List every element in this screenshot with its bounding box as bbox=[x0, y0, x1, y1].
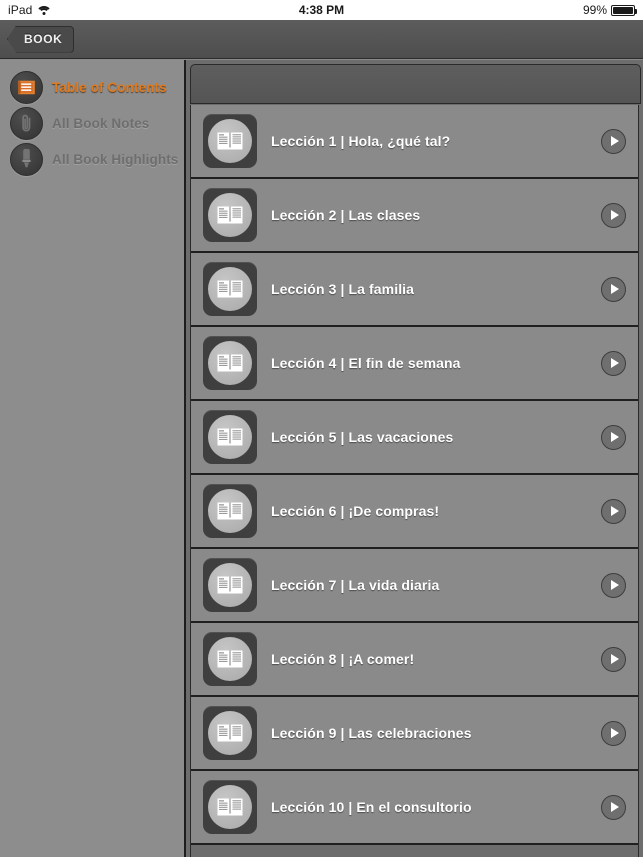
open-book-icon bbox=[203, 706, 257, 760]
lesson-title: Lección 5 | Las vacaciones bbox=[271, 429, 454, 445]
play-icon[interactable] bbox=[601, 572, 626, 598]
table-row[interactable]: Lección 6 | ¡De compras! bbox=[191, 475, 638, 549]
table-row[interactable]: Lección 4 | El fin de semana bbox=[191, 327, 638, 401]
lesson-title: Lección 7 | La vida diaria bbox=[271, 577, 440, 593]
lesson-title: Lección 10 | En el consultorio bbox=[271, 799, 472, 815]
lesson-title: Lección 8 | ¡A comer! bbox=[271, 651, 415, 667]
lesson-title: Lección 1 | Hola, ¿qué tal? bbox=[271, 133, 451, 149]
lesson-title: Lección 2 | Las clases bbox=[271, 207, 421, 223]
play-icon[interactable] bbox=[601, 424, 626, 450]
table-row[interactable]: Lección 1 | Hola, ¿qué tal? bbox=[191, 105, 638, 179]
status-bar-right: 99% bbox=[582, 3, 637, 17]
sidebar-item-label: Table of Contents bbox=[52, 79, 167, 95]
open-book-icon bbox=[203, 780, 257, 834]
open-book-icon bbox=[203, 336, 257, 390]
lesson-title: Lección 4 | El fin de semana bbox=[271, 355, 461, 371]
table-of-contents-list[interactable]: Lección 1 | Hola, ¿qué tal? Lección 2 | … bbox=[190, 105, 639, 857]
table-row[interactable]: Lección 9 | Las celebraciones bbox=[191, 697, 638, 771]
open-book-icon bbox=[203, 558, 257, 612]
back-button-label: BOOK bbox=[24, 32, 63, 46]
table-row[interactable]: Lección 3 | La familia bbox=[191, 253, 638, 327]
lesson-title: Lección 6 | ¡De compras! bbox=[271, 503, 440, 519]
lesson-title: Lección 9 | Las celebraciones bbox=[271, 725, 472, 741]
book-icon bbox=[10, 70, 43, 104]
highlighter-icon bbox=[10, 142, 43, 176]
ipad-screen: iPad 4:38 PM 99% BOOK Table of Contents … bbox=[0, 0, 643, 857]
battery-icon bbox=[611, 4, 637, 16]
table-row[interactable]: Lección 5 | Las vacaciones bbox=[191, 401, 638, 475]
content-panel: Lección 1 | Hola, ¿qué tal? Lección 2 | … bbox=[186, 60, 643, 857]
status-bar-clock: 4:38 PM bbox=[298, 3, 345, 17]
play-icon[interactable] bbox=[601, 128, 626, 154]
sidebar: Table of Contents All Book Notes All Boo… bbox=[0, 60, 186, 857]
open-book-icon bbox=[203, 188, 257, 242]
sidebar-item-all-book-highlights[interactable]: All Book Highlights bbox=[0, 141, 184, 177]
paperclip-icon bbox=[10, 106, 43, 140]
open-book-icon bbox=[203, 114, 257, 168]
open-book-icon bbox=[203, 262, 257, 316]
open-book-icon bbox=[203, 484, 257, 538]
play-icon[interactable] bbox=[601, 646, 626, 672]
sidebar-item-all-book-notes[interactable]: All Book Notes bbox=[0, 105, 184, 141]
open-book-icon bbox=[203, 632, 257, 686]
play-icon[interactable] bbox=[601, 720, 626, 746]
play-icon[interactable] bbox=[601, 202, 626, 228]
play-icon[interactable] bbox=[601, 794, 626, 820]
play-icon[interactable] bbox=[601, 276, 626, 302]
open-book-icon bbox=[203, 410, 257, 464]
play-icon[interactable] bbox=[601, 498, 626, 524]
content-header-bar bbox=[190, 64, 641, 104]
body-area: Table of Contents All Book Notes All Boo… bbox=[0, 60, 643, 857]
sidebar-item-label: All Book Highlights bbox=[52, 151, 179, 167]
table-row[interactable]: Lección 2 | Las clases bbox=[191, 179, 638, 253]
sidebar-item-label: All Book Notes bbox=[52, 115, 150, 131]
back-to-book-button[interactable]: BOOK bbox=[7, 25, 75, 53]
navigation-bar: BOOK bbox=[0, 20, 643, 59]
status-bar: iPad 4:38 PM 99% bbox=[0, 0, 643, 20]
play-icon[interactable] bbox=[601, 350, 626, 376]
lesson-title: Lección 3 | La familia bbox=[271, 281, 415, 297]
sidebar-item-table-of-contents[interactable]: Table of Contents bbox=[0, 69, 184, 105]
battery-percentage: 99% bbox=[582, 3, 607, 17]
table-row[interactable]: Lección 10 | En el consultorio bbox=[191, 771, 638, 845]
table-row[interactable]: Lección 7 | La vida diaria bbox=[191, 549, 638, 623]
table-row[interactable]: Lección 8 | ¡A comer! bbox=[191, 623, 638, 697]
